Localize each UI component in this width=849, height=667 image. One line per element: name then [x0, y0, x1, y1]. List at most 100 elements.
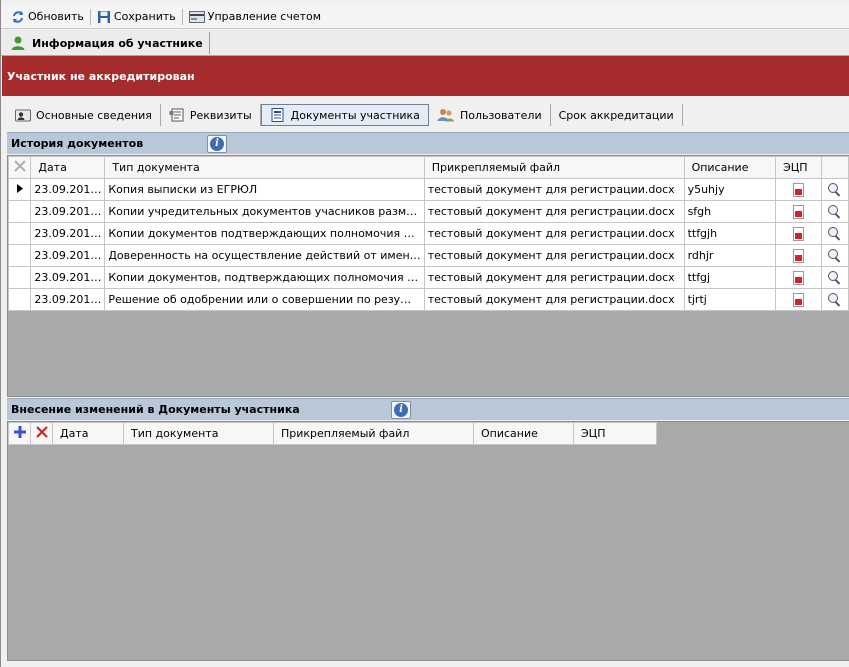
cell-file: тестовый документ для регистрации.docx — [423, 222, 685, 245]
signature-file-icon — [793, 292, 805, 307]
signature-cell[interactable] — [775, 266, 823, 289]
tab-participant-documents[interactable]: Документы участника — [260, 104, 429, 126]
magnifier-icon — [828, 248, 842, 263]
tab-participant-info[interactable]: Информация об участнике — [6, 32, 210, 54]
signature-cell[interactable] — [775, 288, 823, 311]
cell-date: 23.09.201… — [30, 266, 106, 289]
table-row[interactable]: 23.09.201… Копии документов, подтверждаю… — [8, 266, 849, 289]
cell-file: тестовый документ для регистрации.docx — [423, 266, 685, 289]
signature-cell[interactable] — [775, 200, 823, 223]
signature-cell[interactable] — [775, 178, 823, 201]
account-card-icon — [188, 10, 205, 23]
changes-table: Дата Тип документа Прикрепляемый файл Оп… — [8, 422, 657, 445]
signature-file-icon — [793, 226, 805, 241]
column-header-description[interactable]: Описание — [683, 156, 777, 179]
info-icon: i — [394, 402, 408, 417]
form-tab-strip: Информация об участнике — [1, 30, 849, 56]
changes-grid: Дата Тип документа Прикрепляемый файл Оп… — [7, 421, 849, 661]
cell-doc-type: Решение об одобрении или о совершении по… — [104, 288, 425, 311]
cell-file: тестовый документ для регистрации.docx — [423, 200, 685, 223]
cell-date: 23.09.201… — [30, 200, 106, 223]
view-cell[interactable] — [821, 222, 849, 245]
history-info-button[interactable]: i — [207, 134, 227, 153]
users-icon — [437, 109, 454, 122]
signature-cell[interactable] — [775, 244, 823, 267]
row-selector-current[interactable] — [8, 178, 32, 201]
refresh-label: Обновить — [28, 10, 84, 23]
column-header-signature[interactable]: ЭЦП — [573, 422, 657, 445]
cell-file: тестовый документ для регистрации.docx — [423, 178, 685, 201]
delete-document-button[interactable] — [30, 422, 53, 445]
tab-requisites[interactable]: Реквизиты — [161, 104, 261, 126]
signature-file-icon — [793, 182, 805, 197]
tab-basic-info[interactable]: Основные сведения — [7, 104, 161, 126]
current-row-arrow-icon — [16, 184, 23, 193]
cell-description: tjrtj — [683, 288, 777, 311]
magnifier-icon — [828, 182, 842, 197]
cell-file: тестовый документ для регистрации.docx — [423, 244, 685, 267]
view-cell[interactable] — [821, 288, 849, 311]
magnifier-icon — [828, 226, 842, 241]
history-grid: Дата Тип документа Прикрепляемый файл Оп… — [7, 155, 849, 397]
cell-date: 23.09.201… — [30, 222, 106, 245]
column-header-doc-type[interactable]: Тип документа — [123, 422, 274, 445]
banner-text: Участник не аккредитирован — [7, 69, 195, 83]
documents-icon — [271, 108, 284, 122]
magnifier-icon — [828, 292, 842, 307]
view-cell[interactable] — [821, 200, 849, 223]
tab-label: Срок аккредитации — [558, 108, 674, 122]
cell-file: тестовый документ для регистрации.docx — [423, 288, 685, 311]
cell-doc-type: Копии документов, подтверждающих полномо… — [104, 266, 425, 289]
cell-description: sfgh — [683, 200, 777, 223]
tab-label: Основные сведения — [36, 108, 152, 122]
history-table: Дата Тип документа Прикрепляемый файл Оп… — [8, 156, 849, 311]
column-header-file[interactable]: Прикрепляемый файл — [273, 422, 474, 445]
toolbar-divider — [181, 8, 183, 25]
column-header-date[interactable]: Дата — [52, 422, 124, 445]
view-cell[interactable] — [821, 244, 849, 267]
cell-description: ttfgjh — [683, 222, 777, 245]
row-selector[interactable] — [8, 244, 32, 267]
table-row[interactable]: 23.09.201… Копии документов подтверждающ… — [8, 222, 849, 245]
table-row[interactable]: 23.09.201… Доверенность на осуществление… — [8, 244, 849, 267]
column-header-view — [821, 156, 849, 179]
account-management-button[interactable]: Управление счетом — [187, 7, 323, 27]
column-header-file[interactable]: Прикрепляемый файл — [423, 156, 685, 179]
delete-cross-icon — [35, 426, 48, 438]
table-row[interactable]: 23.09.201… Копия выписки из ЕГРЮЛ тестов… — [8, 178, 849, 201]
row-selector[interactable] — [8, 200, 32, 223]
props-icon — [169, 108, 184, 122]
tab-accreditation-term[interactable]: Срок аккредитации — [551, 104, 683, 126]
cell-description: ttfgj — [683, 266, 777, 289]
table-row[interactable]: 23.09.201… Решение об одобрении или о со… — [8, 288, 849, 311]
table-row[interactable]: 23.09.201… Копии учредительных документо… — [8, 200, 849, 223]
refresh-icon — [13, 10, 23, 23]
add-document-button[interactable] — [8, 422, 31, 445]
tab-users[interactable]: Пользователи — [429, 104, 551, 126]
view-cell[interactable] — [821, 266, 849, 289]
magnifier-icon — [828, 204, 842, 219]
cell-date: 23.09.201… — [30, 244, 106, 267]
cell-date: 23.09.201… — [30, 288, 106, 311]
row-selector[interactable] — [8, 288, 32, 311]
row-selector[interactable] — [8, 266, 32, 289]
floppy-disk-icon — [97, 10, 110, 23]
row-selector[interactable] — [8, 222, 32, 245]
refresh-button[interactable]: Обновить — [9, 7, 86, 27]
section-tabs: Основные сведения Реквизиты Документы уч… — [1, 100, 849, 130]
user-icon — [11, 36, 25, 50]
signature-file-icon — [793, 204, 805, 219]
column-header-date[interactable]: Дата — [30, 156, 106, 179]
column-header-description[interactable]: Описание — [473, 422, 574, 445]
signature-file-icon — [793, 248, 805, 263]
main-toolbar: Обновить Сохранить Управление счетом — [1, 5, 849, 29]
history-panel-header: История документов i — [7, 132, 849, 154]
column-header-signature[interactable]: ЭЦП — [775, 156, 823, 179]
save-button[interactable]: Сохранить — [95, 7, 178, 27]
changes-info-button[interactable]: i — [391, 400, 411, 419]
account-label: Управление счетом — [207, 10, 322, 23]
signature-cell[interactable] — [775, 222, 823, 245]
view-cell[interactable] — [821, 178, 849, 201]
cell-description: rdhjr — [683, 244, 777, 267]
column-header-doc-type[interactable]: Тип документа — [104, 156, 425, 179]
